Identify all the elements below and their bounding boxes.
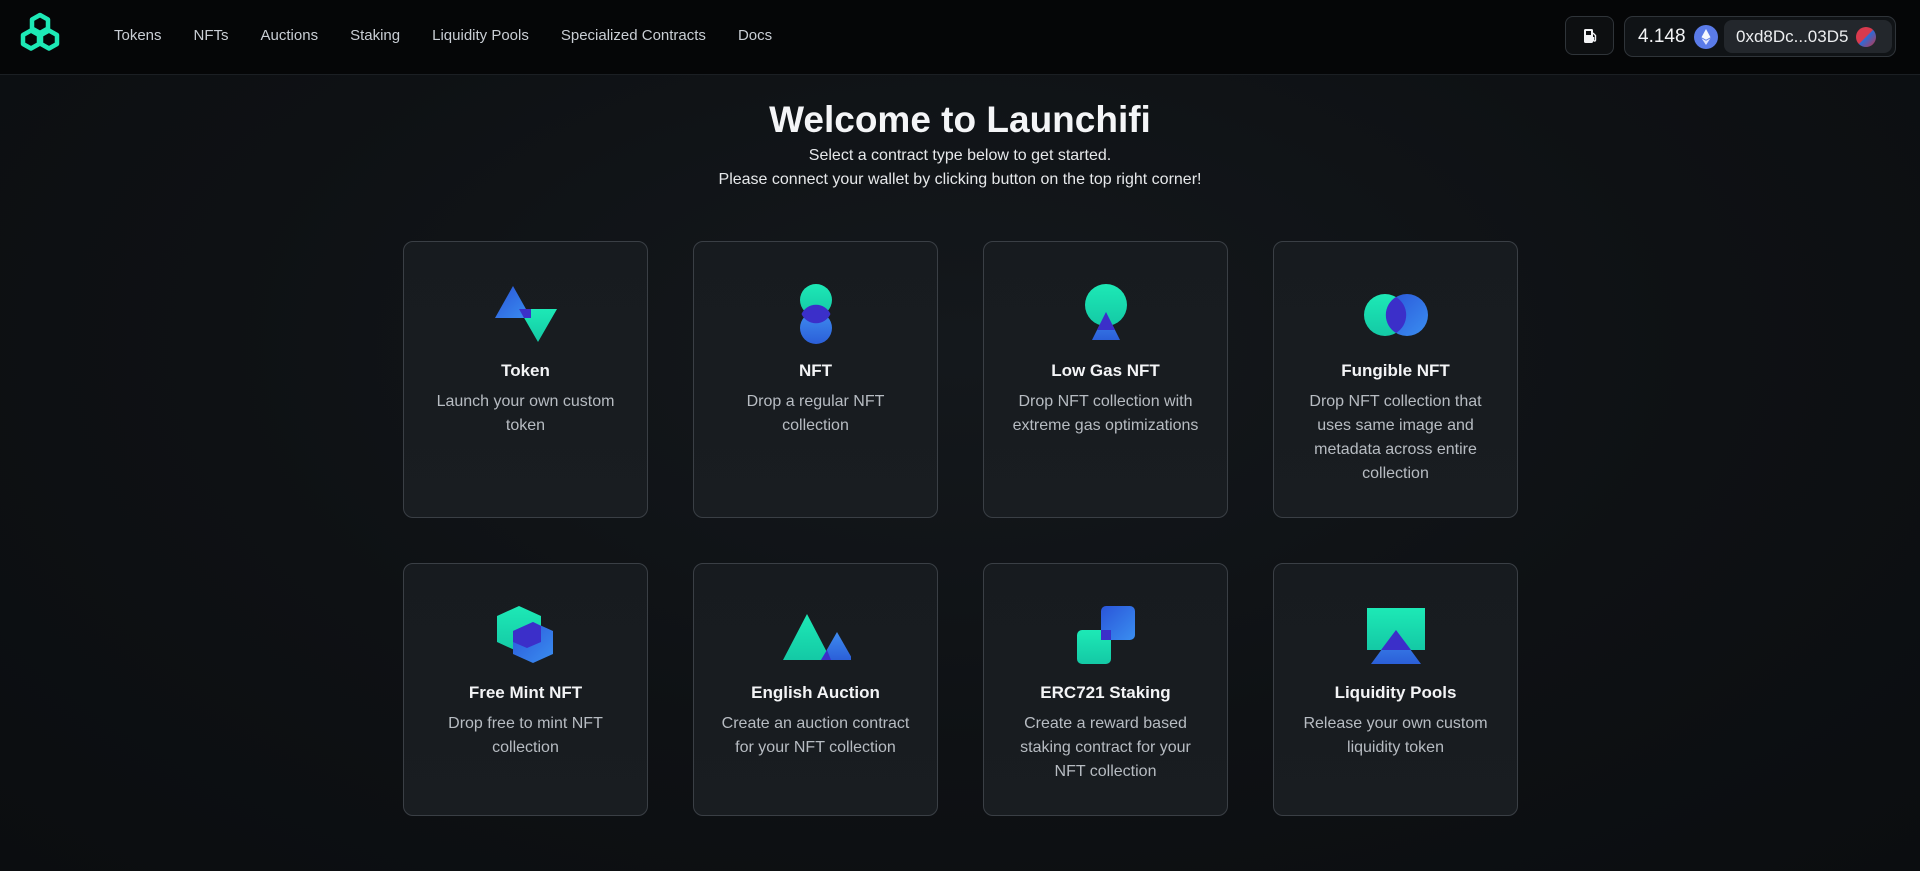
hero-wallet-hint: Please connect your wallet by clicking b… <box>718 171 1202 188</box>
card-title: Free Mint NFT <box>468 683 583 702</box>
card-description: Release your own custom liquidity token <box>1303 715 1488 756</box>
erc721-staking-icon <box>1076 606 1135 664</box>
liquidity-pools-icon <box>1366 608 1425 664</box>
card-title: ERC721 Staking <box>1040 683 1171 702</box>
wallet-avatar <box>1856 26 1877 47</box>
card-title: Token <box>501 361 550 380</box>
wallet-widget: 4.148 0xd8Dc...03D5 <box>1624 16 1896 57</box>
card-description: Launch your own custom token <box>436 393 615 434</box>
card-fungible-nft[interactable]: Fungible NFT Drop NFT collection that us… <box>1273 241 1518 518</box>
card-description: Drop NFT collection with extreme gas opt… <box>1012 393 1199 434</box>
nft-icon <box>799 284 832 344</box>
card-liquidity-pools[interactable]: Liquidity Pools Release your own custom … <box>1273 563 1518 816</box>
nav-auctions[interactable]: Auctions <box>261 27 319 44</box>
card-title: Low Gas NFT <box>1051 361 1160 380</box>
eth-balance: 4.148 <box>1638 25 1686 47</box>
launchifi-logo-icon[interactable] <box>15 12 65 62</box>
page-title: Welcome to Launchifi <box>769 99 1151 140</box>
contract-type-grid: Token Launch your own custom token NFT D… <box>403 241 1518 816</box>
card-title: English Auction <box>751 683 880 702</box>
card-free-mint-nft[interactable]: Free Mint NFT Drop free to mint NFT coll… <box>403 563 648 816</box>
card-description: Create an auction contract for your NFT … <box>721 715 910 756</box>
card-token[interactable]: Token Launch your own custom token <box>403 241 648 518</box>
nav-nfts[interactable]: NFTs <box>194 27 229 44</box>
nav-staking[interactable]: Staking <box>350 27 400 44</box>
card-description: Create a reward based staking contract f… <box>1020 715 1191 780</box>
card-title: Fungible NFT <box>1341 361 1450 380</box>
gas-button[interactable] <box>1565 16 1614 55</box>
gas-pump-icon <box>1583 28 1596 43</box>
card-low-gas-nft[interactable]: Low Gas NFT Drop NFT collection with ext… <box>983 241 1228 518</box>
main-nav: Tokens NFTs Auctions Staking Liquidity P… <box>114 27 804 44</box>
nav-docs[interactable]: Docs <box>738 27 772 44</box>
nav-specialized-contracts[interactable]: Specialized Contracts <box>561 27 706 44</box>
fungible-nft-icon <box>1363 294 1428 336</box>
card-title: Liquidity Pools <box>1334 683 1457 702</box>
card-description: Drop NFT collection that uses same image… <box>1309 393 1482 482</box>
card-erc721-staking[interactable]: ERC721 Staking Create a reward based sta… <box>983 563 1228 816</box>
english-auction-icon <box>782 614 851 660</box>
nav-liquidity-pools[interactable]: Liquidity Pools <box>432 27 529 44</box>
top-navbar: Tokens NFTs Auctions Staking Liquidity P… <box>0 0 1920 75</box>
card-nft[interactable]: NFT Drop a regular NFT collection <box>693 241 938 518</box>
wallet-address: 0xd8Dc...03D5 <box>1736 26 1849 46</box>
card-description: Drop a regular NFT collection <box>746 393 885 434</box>
ethereum-icon <box>1693 24 1718 49</box>
card-english-auction[interactable]: English Auction Create an auction contra… <box>693 563 938 816</box>
nav-tokens[interactable]: Tokens <box>114 27 162 44</box>
card-description: Drop free to mint NFT collection <box>448 715 603 756</box>
hero-section: Welcome to Launchifi Select a contract t… <box>0 96 1920 192</box>
card-title: NFT <box>798 361 833 380</box>
token-icon <box>494 286 557 342</box>
hero-subtitle: Select a contract type below to get star… <box>808 147 1112 164</box>
free-mint-nft-icon <box>496 606 553 663</box>
wallet-address-button[interactable]: 0xd8Dc...03D5 <box>1724 20 1892 53</box>
low-gas-nft-icon <box>1084 284 1127 340</box>
